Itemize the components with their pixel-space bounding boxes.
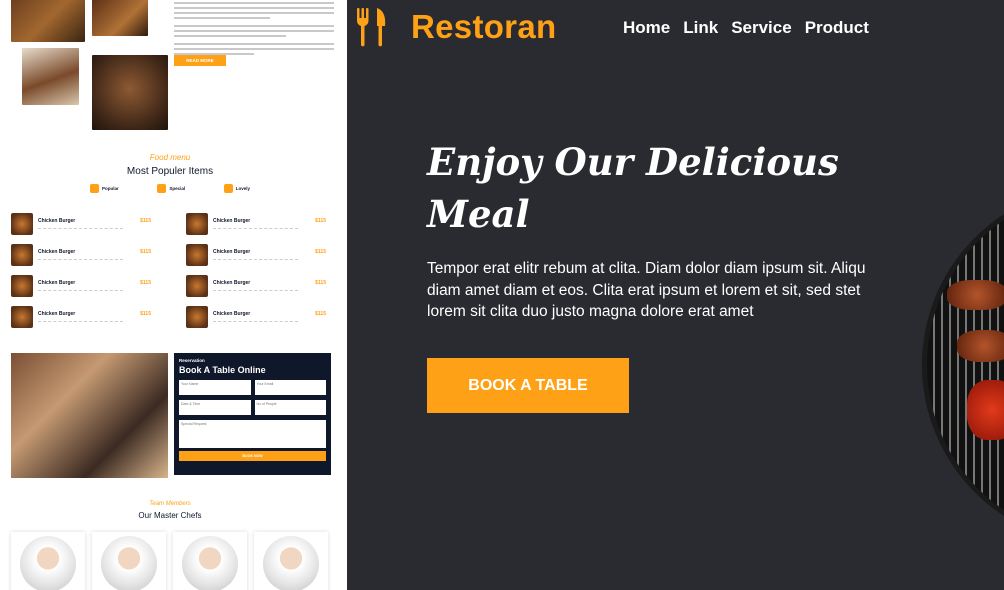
brand-logo[interactable]: Restoran [355,6,556,48]
dish-thumbnail [186,213,208,235]
menu-list: Chicken Burger $115 Chicken Burger $115 Ch… [11,212,326,329]
team-subtitle: Team Members [149,501,191,507]
reservation-photo [11,353,168,478]
dish-thumbnail [186,275,208,297]
main-nav: Home Link Service Product [623,18,869,38]
team-title: Our Master Chefs [138,511,202,520]
about-text [174,2,334,58]
food-photo [92,55,168,130]
chef-avatar [182,536,238,590]
grill-image [922,185,1004,545]
utensils-icon [223,184,233,193]
reservation-form: Reservation Book A Table Online Your Nam… [174,353,331,475]
menu-tabs: Popular Special Lovely [90,184,250,193]
hero-lead: Tempor erat elitr rebum at clita. Diam d… [427,260,866,320]
dish-thumbnail [186,244,208,266]
nav-link[interactable]: Link [683,18,718,38]
chef-card [92,532,166,590]
email-field[interactable]: Your Email [254,380,326,395]
menu-item: Chicken Burger $115 [186,212,326,236]
hamburger-icon [157,184,167,193]
name-field[interactable]: Your Name [179,380,251,395]
special-request-field[interactable]: Special Request [179,420,326,448]
page-preview-panel: READ MORE Food menu Most Populer Items P… [0,0,347,590]
dish-thumbnail [11,244,33,266]
tab-special[interactable]: Special [157,184,185,193]
nav-product[interactable]: Product [805,18,869,38]
chef-list [11,532,328,590]
dish-thumbnail [11,275,33,297]
hero-section: Restoran Home Link Service Product Enjoy… [347,0,1004,590]
menu-item: Chicken Burger $115 [186,243,326,267]
chef-card [11,532,85,590]
nav-service[interactable]: Service [731,18,792,38]
menu-item: Chicken Burger $115 [186,274,326,298]
menu-item: Chicken Burger $115 [11,243,151,267]
utensils-icon [357,8,386,47]
restaurant-photo [11,0,85,42]
book-now-button[interactable]: BOOK NOW [179,451,326,461]
tab-popular[interactable]: Popular [90,184,119,193]
hero-headline: Enjoy Our Delicious Meal [427,140,839,236]
chef-avatar [20,536,76,590]
menu-item: Chicken Burger $115 [11,274,151,298]
people-select[interactable]: No of People [254,400,326,415]
reservation-label: Reservation [179,358,205,363]
menu-item: Chicken Burger $115 [186,305,326,329]
food-menu-subtitle: Food menu [149,153,191,162]
menu-item: Chicken Burger $115 [11,212,151,236]
dish-thumbnail [11,306,33,328]
chef-card [173,532,247,590]
dish-thumbnail [186,306,208,328]
date-time-field[interactable]: Date & Time [179,400,251,415]
reservation-title: Book A Table Online [179,365,266,375]
restaurant-photo [92,0,148,36]
chef-avatar [263,536,319,590]
read-more-button[interactable]: READ MORE [174,55,226,66]
tab-lovely[interactable]: Lovely [223,184,250,193]
dish-thumbnail [11,213,33,235]
chef-avatar [101,536,157,590]
coffee-icon [90,184,99,193]
nav-home[interactable]: Home [623,18,670,38]
brand-name: Restoran [411,8,557,45]
food-menu-title: Most Populer Items [126,166,214,177]
book-a-table-button[interactable]: BOOK A TABLE [427,358,629,413]
chef-card [254,532,328,590]
food-photo [22,48,79,105]
menu-item: Chicken Burger $115 [11,305,151,329]
